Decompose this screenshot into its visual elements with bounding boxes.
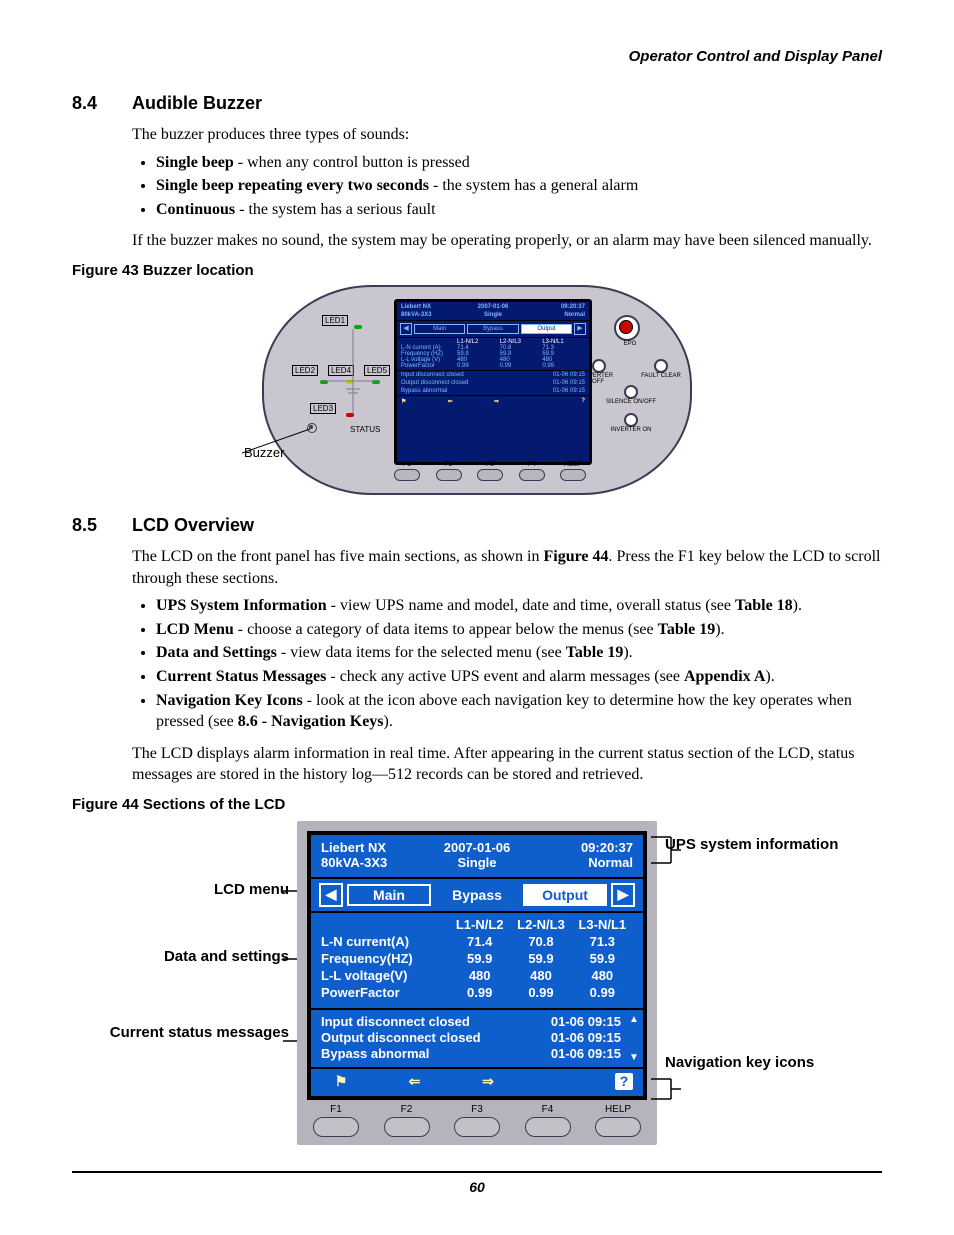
paragraph: If the buzzer makes no sound, the system… — [132, 230, 882, 252]
f4-key[interactable] — [525, 1117, 571, 1137]
nav-icon: ? — [581, 398, 585, 405]
f4-key[interactable] — [519, 469, 545, 481]
running-header: Operator Control and Display Panel — [72, 48, 882, 65]
ups-system-info: Liebert NX80kVA-3X3 2007-01-06Single 09:… — [311, 835, 643, 877]
list-item: Continuous - the system has a serious fa… — [156, 199, 882, 221]
f1-label: F1 — [330, 1104, 342, 1115]
left-arrow-icon[interactable]: ◀ — [319, 883, 343, 907]
callout-data-settings: Data and settings — [107, 948, 297, 965]
fkey-row: F1 F2 F3 F4 HELP — [394, 461, 586, 481]
f3-label: F3 — [471, 1104, 483, 1115]
callout-nav-key-icons: Navigation key icons — [657, 1055, 847, 1072]
figure-44-caption: Figure 44 Sections of the LCD — [72, 796, 882, 813]
mini-lcd: Liebert NX2007-01-0609:20:37 80kVA-3X3Si… — [394, 299, 592, 465]
fault-clear-label: FAULT CLEAR — [636, 373, 686, 379]
section-title: Audible Buzzer — [132, 93, 262, 114]
callout-lcd-menu: LCD menu — [107, 881, 297, 898]
list-item: UPS System Information - view UPS name a… — [156, 595, 882, 617]
page-footer: 60 — [0, 1171, 954, 1195]
figure-43-caption: Figure 43 Buzzer location — [72, 262, 882, 279]
tab-output[interactable]: Output — [521, 324, 572, 334]
help-key[interactable] — [560, 469, 586, 481]
navigation-key-icons: ⚑ ⇐ ⇒ ? — [311, 1067, 643, 1096]
list-item: Single beep - when any control button is… — [156, 152, 882, 174]
list-item: Data and Settings - view data items for … — [156, 642, 882, 664]
f1-key[interactable] — [313, 1117, 359, 1137]
front-panel: LED1 LED2 LED4 LED5 LED3 STATUS Buzzer E… — [262, 285, 692, 495]
lcd-menu: ◀ Main Bypass Output ▶ — [311, 879, 643, 911]
led2-label: LED2 — [292, 365, 318, 376]
help-label: HELP — [605, 1104, 631, 1115]
section-number: 8.5 — [72, 515, 132, 536]
tab-bypass[interactable]: Bypass — [435, 884, 519, 906]
silence-button[interactable] — [624, 385, 638, 399]
callout-status-messages: Current status messages — [107, 1025, 297, 1042]
section-8-4-heading: 8.4 Audible Buzzer — [72, 93, 882, 114]
scroll-down-icon[interactable]: ▼ — [629, 1052, 639, 1063]
figure-43: LED1 LED2 LED4 LED5 LED3 STATUS Buzzer E… — [72, 285, 882, 495]
inverter-on-button[interactable] — [624, 413, 638, 427]
nav-icon-left: ⇐ — [395, 1073, 435, 1090]
callout-ups-system-info: UPS system information — [657, 837, 847, 854]
section-title: LCD Overview — [132, 515, 254, 536]
figure-44: LCD menu Data and settings Current statu… — [72, 821, 882, 1161]
scroll-up-icon[interactable]: ▲ — [629, 1014, 639, 1025]
fault-clear-button[interactable] — [654, 359, 668, 373]
f2-key[interactable] — [384, 1117, 430, 1137]
bullet-list: Single beep - when any control button is… — [132, 152, 882, 221]
epo-button[interactable] — [614, 315, 640, 341]
f2-label: F2 — [401, 1104, 413, 1115]
f3-key[interactable] — [454, 1117, 500, 1137]
inverter-off-button[interactable] — [592, 359, 606, 373]
nav-icon-home: ⚑ — [321, 1073, 361, 1090]
status-label: STATUS — [350, 425, 380, 434]
list-item: LCD Menu - choose a category of data ite… — [156, 619, 882, 641]
nav-icon: ⇒ — [494, 398, 499, 405]
list-item: Single beep repeating every two seconds … — [156, 175, 882, 197]
list-item: Current Status Messages - check any acti… — [156, 666, 882, 688]
lcd-frame: Liebert NX80kVA-3X3 2007-01-06Single 09:… — [297, 821, 657, 1145]
fkey-row: F1 F2 F3 F4 HELP — [307, 1100, 647, 1139]
right-arrow-icon[interactable]: ▶ — [574, 323, 586, 335]
silence-label: SILENCE ON/OFF — [602, 399, 660, 405]
f1-key[interactable] — [394, 469, 420, 481]
lcd-screen: Liebert NX80kVA-3X3 2007-01-06Single 09:… — [307, 831, 647, 1100]
tab-main[interactable]: Main — [347, 884, 431, 906]
data-and-settings: L1-N/L2L2-N/L3L3-N/L1 L-N current(A)71.4… — [311, 913, 643, 1008]
f2-key[interactable] — [436, 469, 462, 481]
paragraph: The LCD displays alarm information in re… — [132, 743, 882, 786]
nav-icon-blank — [542, 1073, 582, 1090]
epo-label: EPO — [620, 341, 640, 347]
help-key[interactable] — [595, 1117, 641, 1137]
bullet-list: UPS System Information - view UPS name a… — [132, 595, 882, 733]
list-item: Navigation Key Icons - look at the icon … — [156, 690, 882, 733]
section-8-5-heading: 8.5 LCD Overview — [72, 515, 882, 536]
f3-key[interactable] — [477, 469, 503, 481]
tab-main[interactable]: Main — [414, 324, 465, 334]
right-arrow-icon[interactable]: ▶ — [611, 883, 635, 907]
nav-icon: ⇐ — [448, 398, 453, 405]
inverter-on-label: INVERTER ON — [606, 427, 656, 433]
page-number: 60 — [469, 1179, 485, 1195]
paragraph: The LCD on the front panel has five main… — [132, 546, 882, 589]
f4-label: F4 — [542, 1104, 554, 1115]
buzzer-callout: Buzzer — [244, 445, 284, 460]
nav-icon-right: ⇒ — [468, 1073, 508, 1090]
section-number: 8.4 — [72, 93, 132, 114]
tab-output[interactable]: Output — [523, 884, 607, 906]
current-status-messages: Input disconnect closed01-06 09:15 Outpu… — [311, 1008, 643, 1067]
scrollbar[interactable]: ▲▼ — [629, 1014, 639, 1063]
nav-icon: ⚑ — [401, 398, 406, 405]
paragraph: The buzzer produces three types of sound… — [132, 124, 882, 146]
tab-bypass[interactable]: Bypass — [467, 324, 518, 334]
left-arrow-icon[interactable]: ◀ — [400, 323, 412, 335]
nav-icon-help: ? — [615, 1073, 633, 1090]
